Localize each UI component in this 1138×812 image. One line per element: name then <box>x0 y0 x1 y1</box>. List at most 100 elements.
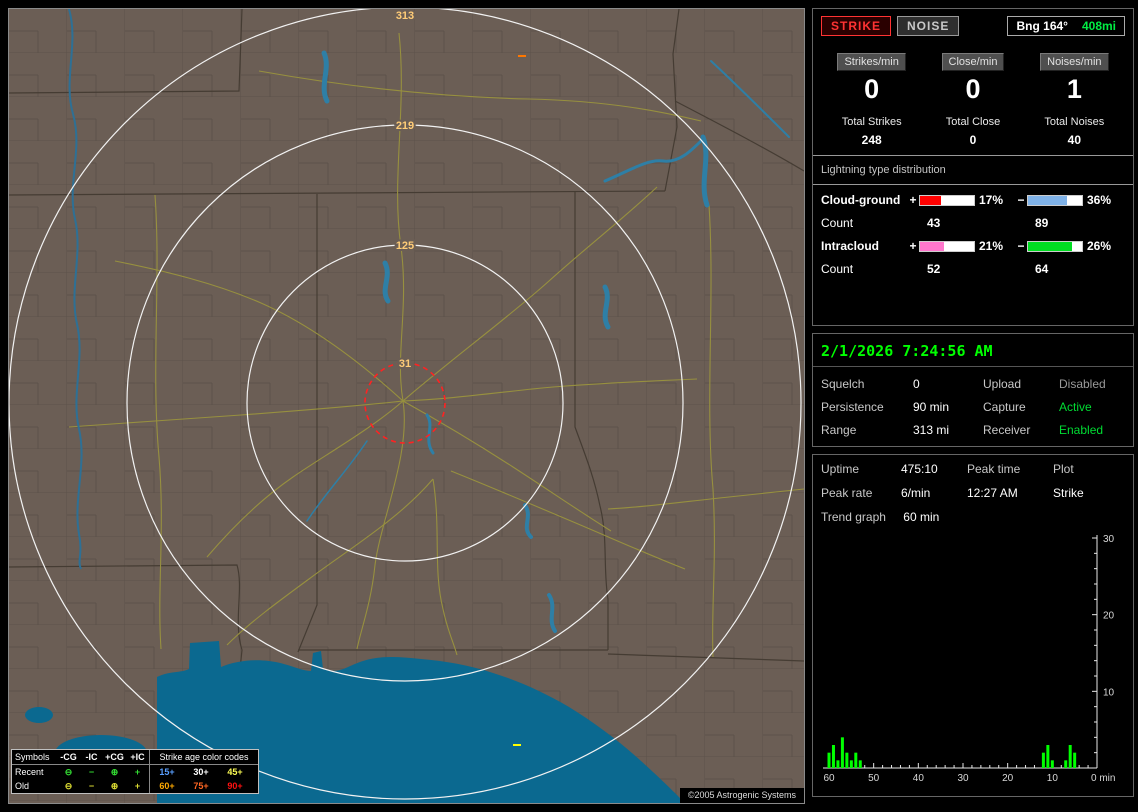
age-60: 60+ <box>159 781 175 791</box>
noise-toggle-button[interactable]: NOISE <box>897 16 960 36</box>
persistence-value: 90 min <box>913 400 950 414</box>
plus-sign: + <box>909 239 917 253</box>
noises-per-min-button[interactable]: Noises/min <box>1040 53 1109 71</box>
pos-cg-old-icon: ⊕ <box>110 780 119 791</box>
peak-rate-label: Peak rate <box>821 486 873 500</box>
capture-status: Active <box>1059 400 1092 414</box>
strike-toggle-button[interactable]: STRIKE <box>821 16 892 36</box>
cg-minus-count: 89 <box>1035 216 1049 230</box>
peak-rate-value: 6/min <box>901 486 931 500</box>
copyright-text: ©2005 Astrogenic Systems <box>679 788 804 803</box>
y-tick-label: 20 <box>1103 611 1115 622</box>
cg-plus-bar <box>919 194 975 206</box>
divider <box>813 366 1133 367</box>
cg-plus-pct: 17% <box>979 193 1004 207</box>
legend-col-pos-ic: +IC <box>130 752 145 762</box>
pos-ic-recent-icon: + <box>134 767 141 777</box>
range-ring-label: 219 <box>396 120 414 132</box>
status-panel: STRIKE NOISE Bng 164° 408mi Strikes/min … <box>812 8 1134 804</box>
peak-time-label: Peak time <box>967 462 1021 476</box>
trend-bar <box>836 760 840 768</box>
x-tick-label: 20 <box>1002 773 1014 784</box>
trend-bar <box>1041 752 1045 768</box>
plot-label: Plot <box>1053 462 1074 476</box>
legend-col-neg-ic: -IC <box>85 752 98 762</box>
counters-section: STRIKE NOISE Bng 164° 408mi Strikes/min … <box>812 8 1134 326</box>
map-canvas[interactable]: 313 219 125 31 <box>9 9 804 803</box>
x-tick-label: 60 <box>823 773 835 784</box>
age-45: 45+ <box>227 767 243 777</box>
trend-section: Uptime 475:10 Peak time Plot Peak rate 6… <box>812 454 1134 797</box>
cloud-ground-label: Cloud-ground <box>821 193 901 207</box>
legend-old-row: Old ⊖ − ⊕ + 60+ 75+ 90+ <box>12 779 258 793</box>
legend-age-header: Strike age color codes <box>159 752 249 762</box>
range-ring-label: 313 <box>396 10 414 22</box>
stats-grid: Uptime 475:10 Peak time Plot Peak rate 6… <box>821 462 1125 500</box>
range-value: 313 mi <box>913 423 950 437</box>
plot-value: Strike <box>1053 486 1084 500</box>
legend-col-pos-cg: +CG <box>105 752 124 762</box>
trend-bar <box>858 760 862 768</box>
pos-ic-old-icon: + <box>134 781 141 791</box>
count-label: Count <box>821 216 854 230</box>
ic-minus-bar <box>1027 240 1083 252</box>
divider <box>813 184 1133 185</box>
lightning-map[interactable]: 313 219 125 31 Symbols -CG -IC +CG +IC Stri… <box>8 8 805 804</box>
status-section: 2/1/2026 7:24:56 AM Squelch 0 Upload Dis… <box>812 333 1134 447</box>
distance-value: 408mi <box>1081 19 1116 33</box>
range-label: Range <box>821 423 857 437</box>
upload-status: Disabled <box>1059 377 1106 391</box>
noises-per-min-value: 1 <box>1066 74 1082 104</box>
legend-old-label: Old <box>15 781 30 791</box>
trend-bar <box>845 752 849 768</box>
pos-cg-recent-icon: ⊕ <box>110 766 119 777</box>
uptime-label: Uptime <box>821 462 860 476</box>
date-time: 2/1/2026 7:24:56 AM <box>821 342 993 360</box>
minus-sign: − <box>1017 239 1025 253</box>
total-close: Total Close 0 <box>945 116 1001 147</box>
age-15: 15+ <box>159 767 175 777</box>
trend-chart: 60 50 40 30 20 10 0 min 30 20 10 <box>823 534 1115 784</box>
bearing-readout: Bng 164° 408mi <box>1007 16 1125 36</box>
intracloud-label: Intracloud <box>821 239 880 253</box>
neg-cg-old-icon: ⊖ <box>64 780 73 791</box>
peak-time-value: 12:27 AM <box>967 486 1018 500</box>
ic-plus-pct: 21% <box>979 239 1004 253</box>
trend-bar <box>1068 745 1072 768</box>
cg-minus-pct: 36% <box>1087 193 1112 207</box>
trend-bar <box>1050 760 1054 768</box>
map-legend: Symbols -CG -IC +CG +IC Strike age color… <box>11 749 259 794</box>
x-tick-label: 30 <box>957 773 969 784</box>
x-tick-label: 0 min <box>1091 773 1115 784</box>
close-per-min-button[interactable]: Close/min <box>941 53 1005 71</box>
receiver-status: Enabled <box>1059 423 1104 437</box>
neg-ic-recent-icon: − <box>88 767 95 777</box>
trend-graph-row: Trend graph 60 min <box>821 510 1125 524</box>
legend-col-neg-cg: -CG <box>60 752 77 762</box>
trend-bar <box>1064 760 1068 768</box>
legend-header-row: Symbols -CG -IC +CG +IC Strike age color… <box>12 750 258 765</box>
legend-recent-label: Recent <box>15 767 44 777</box>
range-ring-label: 31 <box>399 358 411 370</box>
strikes-per-min-value: 0 <box>864 74 880 104</box>
divider <box>813 155 1133 156</box>
ic-plus-bar <box>919 240 975 252</box>
upload-label: Upload <box>983 377 1022 391</box>
x-tick-label: 50 <box>868 773 880 784</box>
close-per-min: Close/min 0 <box>922 52 1023 104</box>
trend-bar <box>840 737 844 768</box>
capture-label: Capture <box>983 400 1026 414</box>
legend-symbols-header: Symbols <box>15 752 50 762</box>
trend-bar <box>854 752 858 768</box>
y-tick-label: 30 <box>1103 534 1115 545</box>
cg-minus-bar <box>1027 194 1083 206</box>
strikes-per-min-button[interactable]: Strikes/min <box>837 53 906 71</box>
neg-cg-recent-icon: ⊖ <box>64 766 73 777</box>
total-noises: Total Noises 40 <box>1044 116 1105 147</box>
trend-bar <box>831 745 835 768</box>
trend-bar <box>827 752 831 768</box>
age-75: 75+ <box>193 781 209 791</box>
ic-plus-count: 52 <box>927 262 941 276</box>
y-tick-label: 10 <box>1103 687 1115 698</box>
trend-bar <box>849 760 853 768</box>
